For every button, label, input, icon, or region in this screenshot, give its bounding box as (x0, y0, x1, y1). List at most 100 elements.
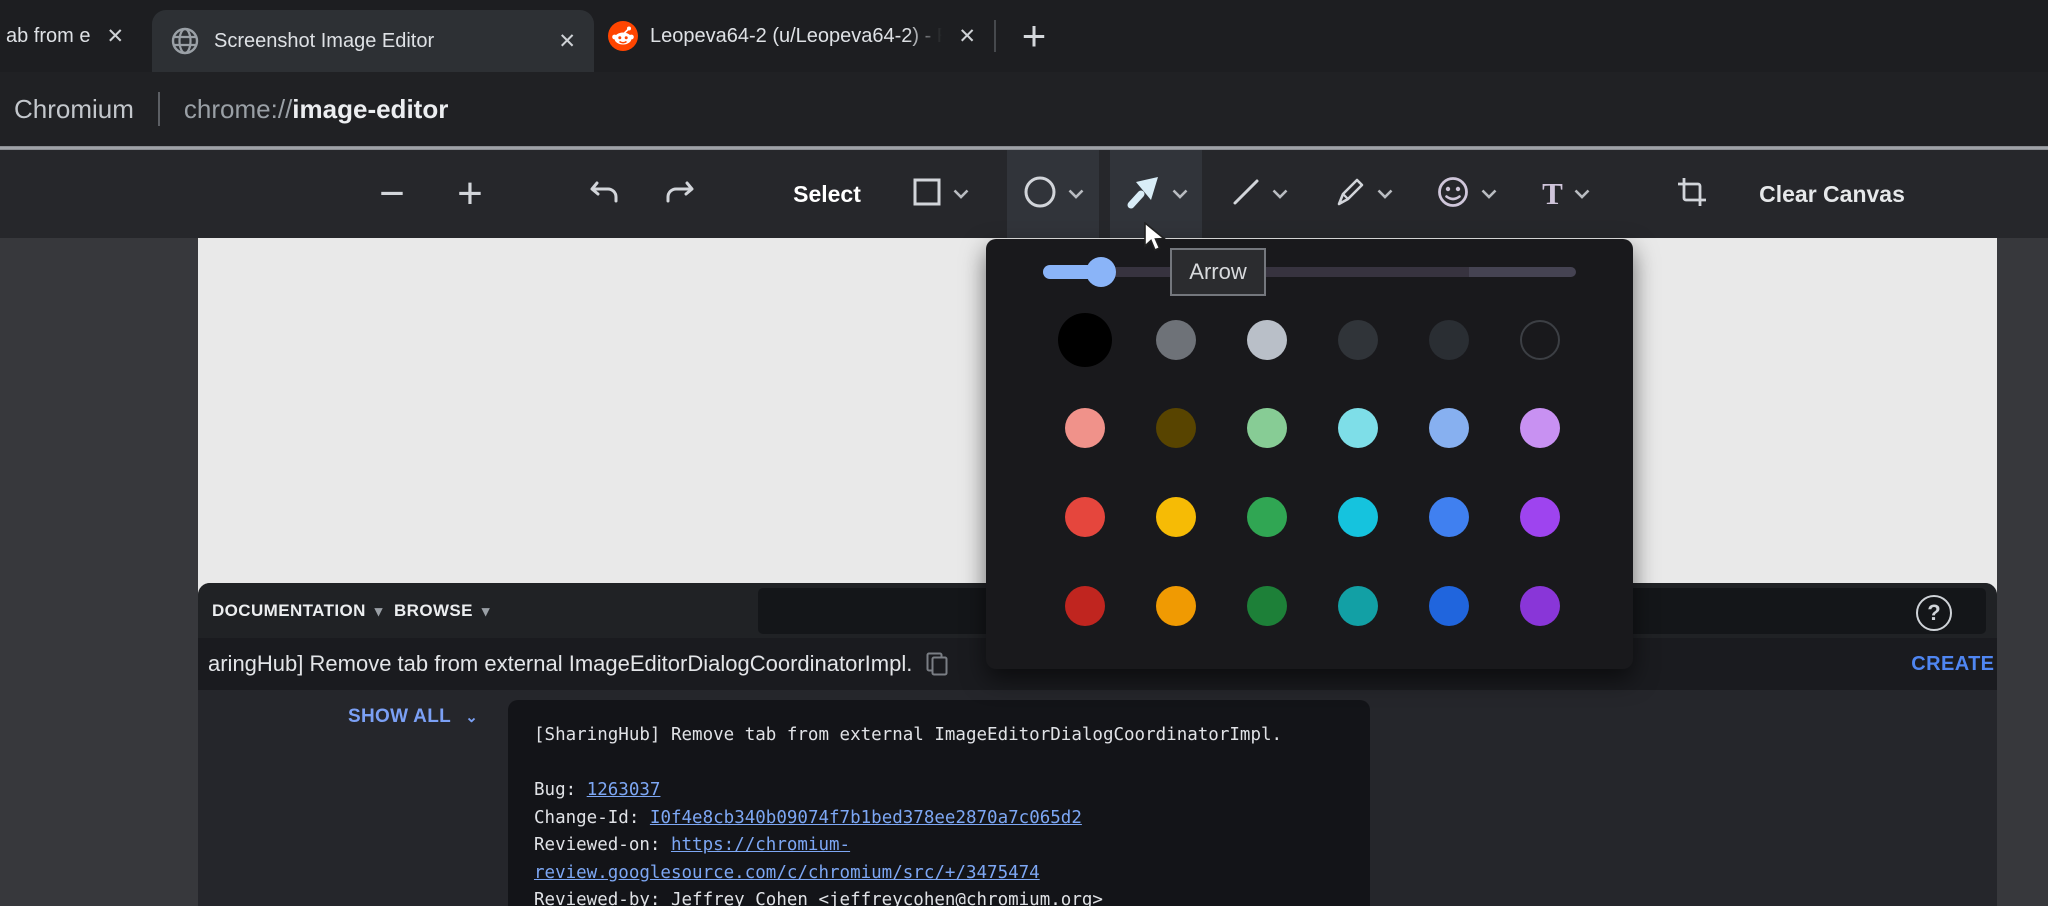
thickness-slider-track[interactable] (1098, 267, 1469, 277)
tab-reddit[interactable]: Leopeva64-2 (u/Leopeva64-2) - R ✕ (604, 0, 980, 72)
commit-line: Reviewed-by: Jeffrey Cohen <jeffreycohen… (534, 887, 1370, 906)
arrow-tool-dropdown: Arrow (986, 239, 1633, 669)
color-swatch[interactable] (1247, 408, 1287, 448)
color-swatch[interactable] (1520, 497, 1560, 537)
color-swatch[interactable] (1520, 408, 1560, 448)
color-swatch[interactable] (1429, 497, 1469, 537)
commit-message-box: [SharingHub] Remove tab from external Im… (508, 700, 1370, 906)
commit-text: Reviewed-by: Jeffrey Cohen <jeffreycohen… (534, 890, 1103, 906)
chevron-down-icon[interactable] (953, 189, 969, 199)
color-swatch[interactable] (1156, 586, 1196, 626)
tab-partial-left[interactable]: ab from e ✕ (0, 0, 150, 72)
url-bar[interactable]: Chromium chrome://image-editor (0, 72, 2048, 146)
emoji-tool-button[interactable] (1420, 150, 1512, 238)
rectangle-icon (912, 177, 942, 212)
color-swatch[interactable] (1247, 497, 1287, 537)
close-icon[interactable]: ✕ (106, 24, 124, 49)
color-swatch[interactable] (1429, 586, 1469, 626)
tab-label: Leopeva64-2 (u/Leopeva64-2) - R (650, 25, 942, 48)
commit-line: [SharingHub] Remove tab from external Im… (534, 722, 1370, 750)
copy-icon (926, 652, 948, 676)
chevron-down-icon[interactable] (1574, 189, 1590, 199)
commit-link[interactable]: review.googlesource.com/c/chromium/src/+… (534, 863, 1040, 883)
redo-icon (662, 177, 696, 212)
plus-icon: + (457, 172, 483, 216)
tab-label: ab from e (6, 25, 90, 48)
chevron-down-icon[interactable] (1481, 189, 1497, 199)
commit-link[interactable]: https://chromium- (671, 835, 850, 855)
help-icon: ? (1916, 595, 1952, 631)
thickness-slider-thumb[interactable] (1086, 257, 1116, 287)
commit-link[interactable]: 1263037 (587, 780, 661, 800)
zoom-in-button[interactable]: + (440, 150, 500, 238)
chevron-down-icon[interactable] (1172, 189, 1188, 199)
line-icon (1231, 177, 1261, 212)
commit-line: review.googlesource.com/c/chromium/src/+… (534, 860, 1370, 888)
clear-canvas-label: Clear Canvas (1759, 181, 1905, 208)
ellipse-icon (1023, 175, 1057, 214)
undo-icon (588, 177, 622, 212)
gerrit-change-body: SHOW ALL ⌄ [SharingHub] Remove tab from … (198, 690, 1997, 906)
gerrit-documentation-menu: DOCUMENTATION ▾ (212, 583, 383, 638)
new-tab-button[interactable]: + (1008, 8, 1060, 64)
color-swatch[interactable] (1520, 320, 1560, 360)
crop-icon (1676, 176, 1708, 213)
commit-text: Bug: (534, 780, 587, 800)
zoom-out-button[interactable]: − (362, 150, 422, 238)
show-all-label: SHOW ALL (348, 706, 451, 727)
line-tool-button[interactable] (1213, 150, 1305, 238)
arrow-icon (1125, 174, 1161, 215)
color-swatch[interactable] (1338, 586, 1378, 626)
color-swatch[interactable] (1429, 320, 1469, 360)
undo-button[interactable] (574, 150, 636, 238)
text-tool-icon: T (1542, 176, 1563, 212)
redo-button[interactable] (648, 150, 710, 238)
gerrit-browse-menu: BROWSE ▾ (394, 583, 490, 638)
color-swatch-selected[interactable] (1058, 313, 1112, 367)
commit-line: Bug: 1263037 (534, 777, 1370, 805)
select-tool-button[interactable]: Select (772, 150, 882, 238)
ellipse-tool-button[interactable] (1007, 150, 1099, 238)
emoji-icon (1436, 175, 1470, 214)
crop-tool-button[interactable] (1662, 150, 1722, 238)
pen-tool-button[interactable] (1317, 150, 1409, 238)
rectangle-tool-button[interactable] (895, 150, 985, 238)
color-swatch[interactable] (1338, 497, 1378, 537)
create-link: CREATE F (1911, 638, 1997, 690)
caret-down-icon: ▾ (375, 602, 383, 620)
show-all-link: SHOW ALL ⌄ (348, 706, 478, 728)
browse-label: BROWSE (394, 601, 473, 621)
text-tool-button[interactable]: T (1523, 150, 1609, 238)
commit-line: Change-Id: I0f4e8cb340b09074f7b1bed378ee… (534, 805, 1370, 833)
commit-text: [SharingHub] Remove tab from external Im… (534, 725, 1282, 745)
color-swatch[interactable] (1065, 497, 1105, 537)
commit-link[interactable]: I0f4e8cb340b09074f7b1bed378ee2870a7c065d… (650, 808, 1082, 828)
editor-toolbar: − + Select T (0, 150, 2048, 238)
color-swatch[interactable] (1429, 408, 1469, 448)
tab-divider (994, 20, 996, 52)
tab-label: Screenshot Image Editor (214, 30, 542, 53)
minus-icon: − (379, 172, 405, 216)
color-swatch[interactable] (1338, 320, 1378, 360)
color-swatch[interactable] (1065, 586, 1105, 626)
close-icon[interactable]: ✕ (558, 29, 576, 54)
color-swatch[interactable] (1338, 408, 1378, 448)
color-swatch[interactable] (1065, 408, 1105, 448)
url-host: image-editor (292, 94, 448, 125)
thickness-slider-track[interactable] (1469, 267, 1576, 277)
pen-icon (1334, 176, 1366, 213)
mouse-cursor (1143, 222, 1169, 261)
tab-screenshot-image-editor[interactable]: Screenshot Image Editor ✕ (152, 10, 594, 72)
color-swatch[interactable] (1156, 320, 1196, 360)
close-icon[interactable]: ✕ (958, 24, 976, 49)
color-swatch[interactable] (1247, 320, 1287, 360)
color-swatch[interactable] (1156, 497, 1196, 537)
color-swatch[interactable] (1247, 586, 1287, 626)
chevron-down-icon[interactable] (1272, 189, 1288, 199)
clear-canvas-button[interactable]: Clear Canvas (1732, 150, 1932, 238)
color-swatch[interactable] (1520, 586, 1560, 626)
chevron-down-icon[interactable] (1377, 189, 1393, 199)
chevron-down-icon[interactable] (1068, 189, 1084, 199)
url-scheme: chrome:// (184, 94, 292, 125)
color-swatch[interactable] (1156, 408, 1196, 448)
